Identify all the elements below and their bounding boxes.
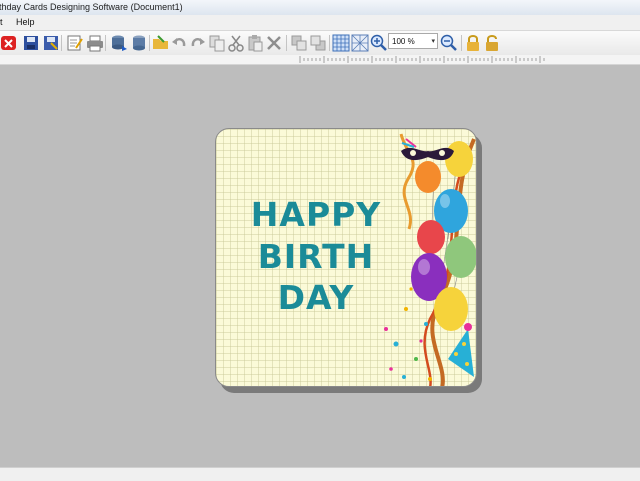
menu-item-help[interactable]: Help [16,15,35,30]
window-title: thday Cards Designing Software (Document… [0,2,183,12]
close-document-icon[interactable] [0,34,18,52]
toolbar-separator [329,35,330,51]
bring-forward-icon[interactable] [290,34,308,52]
balloon-green [445,236,476,278]
balloon-orange [415,161,441,193]
balloon-yellow-top [445,141,473,177]
grid-icon[interactable] [332,34,350,52]
toolbar-separator [61,35,62,51]
chevron-down-icon[interactable]: ▾ [431,34,435,50]
save-as-icon[interactable] [42,34,60,52]
balloon-red [417,220,445,254]
horizontal-ruler [299,56,545,63]
cut-icon[interactable] [227,34,245,52]
save-icon[interactable] [22,34,40,52]
send-backward-icon[interactable] [309,34,327,52]
print-icon[interactable] [86,34,104,52]
lock-icon[interactable] [464,34,482,52]
party-hat [448,323,474,377]
snap-grid-icon[interactable] [351,34,369,52]
unlock-icon[interactable] [483,34,501,52]
zoom-value: 100 % [392,37,415,46]
status-bar [0,467,640,481]
zoom-in-icon[interactable] [370,34,388,52]
toolbar-separator [461,35,462,51]
menu-bar: t Help [0,15,640,30]
balloon-yellow-bottom [434,287,468,331]
delete-icon[interactable] [265,34,283,52]
toolbar-separator [286,35,287,51]
database-export-icon[interactable] [110,34,128,52]
properties-icon[interactable] [66,34,84,52]
balloons-decoration[interactable] [216,129,477,387]
zoom-out-icon[interactable] [440,34,458,52]
paste-icon[interactable] [246,34,264,52]
copy-icon[interactable] [208,34,226,52]
birthday-card[interactable]: HAPPY BIRTH DAY [215,128,477,387]
title-bar: thday Cards Designing Software (Document… [0,0,640,16]
toolbar [0,30,640,56]
redo-icon[interactable] [189,34,207,52]
undo-icon[interactable] [170,34,188,52]
zoom-select[interactable]: 100 % ▾ [388,33,438,49]
toolbar-separator [149,35,150,51]
toolbar-separator [105,35,106,51]
open-folder-icon[interactable] [152,34,170,52]
menu-item-edit[interactable]: t [0,15,3,30]
database-icon[interactable] [130,34,148,52]
party-mask [401,138,454,161]
